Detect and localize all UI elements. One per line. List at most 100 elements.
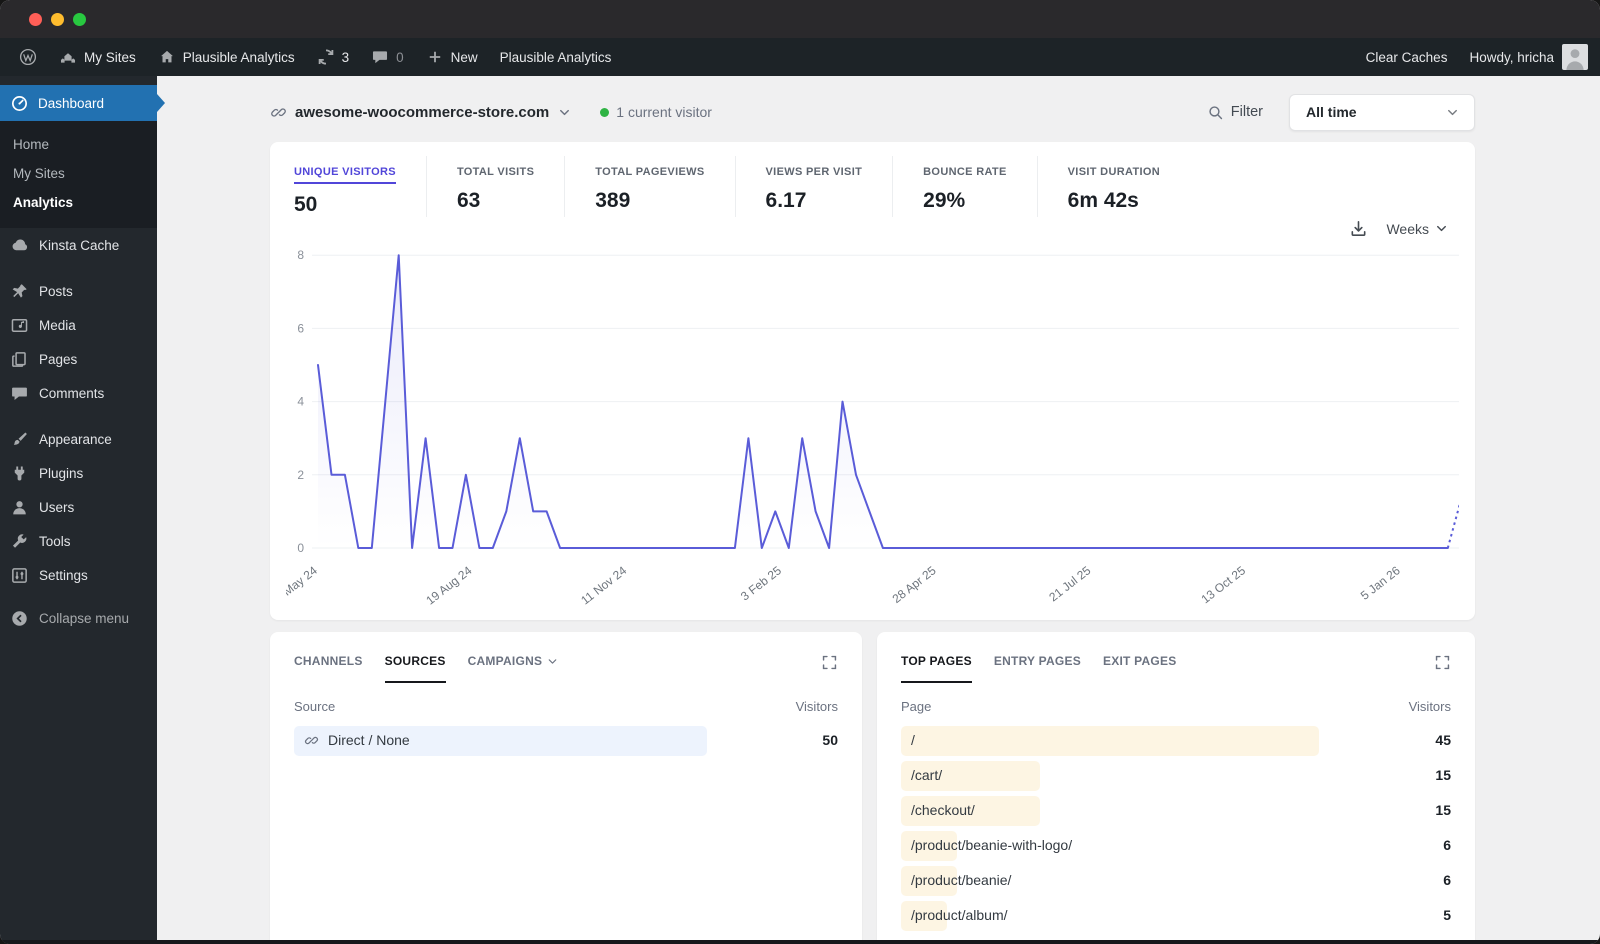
row-label-text: /product/beanie-with-logo/: [911, 837, 1073, 853]
row-label-text: /product/beanie/: [911, 872, 1012, 888]
analytics-main: awesome-woocommerce-store.com 1 current …: [157, 76, 1600, 944]
sidebar-item-media[interactable]: Media: [0, 308, 157, 342]
stat-total-pageviews[interactable]: TOTAL PAGEVIEWS 389: [564, 156, 734, 217]
tab-label: SOURCES: [384, 654, 446, 668]
pages-tab-top-pages[interactable]: TOP PAGES: [901, 654, 972, 683]
site-selector[interactable]: awesome-woocommerce-store.com: [270, 104, 572, 121]
row-visitors-value: 5: [1443, 907, 1451, 923]
page-row[interactable]: /checkout/15: [901, 794, 1451, 829]
sidebar-subitem-my-sites[interactable]: My Sites: [0, 159, 157, 188]
wp-logo-menu[interactable]: [8, 38, 48, 76]
stats-row: UNIQUE VISITORS 50 TOTAL VISITS 63 TOTAL PAG…: [290, 156, 1455, 217]
updates-menu[interactable]: 3: [306, 38, 361, 76]
menu-separator: [0, 410, 157, 422]
new-content-menu[interactable]: New: [415, 38, 489, 76]
minimize-window-button[interactable]: [51, 13, 64, 26]
dashboard-gauge-icon: [10, 94, 29, 113]
sidebar-item-settings[interactable]: Settings: [0, 558, 157, 592]
chevron-down-icon: [1434, 221, 1449, 236]
sidebar-item-appearance[interactable]: Appearance: [0, 422, 157, 456]
page-row[interactable]: / 45: [901, 724, 1451, 759]
stat-value: 6.17: [765, 189, 807, 212]
comments-menu[interactable]: 0: [360, 38, 415, 76]
source-row[interactable]: Direct / None 50: [294, 724, 838, 759]
pages-tab-exit-pages[interactable]: EXIT PAGES: [1103, 654, 1177, 683]
tab-label: CHANNELS: [294, 654, 363, 668]
svg-text:21 Jul 25: 21 Jul 25: [1046, 563, 1093, 604]
sidebar-subitem-home[interactable]: Home: [0, 130, 157, 159]
expand-card-icon[interactable]: [1434, 654, 1451, 671]
site-home-menu[interactable]: Plausible Analytics: [147, 38, 306, 76]
collapse-menu-label: Collapse menu: [39, 610, 130, 626]
svg-text:28 Apr 25: 28 Apr 25: [890, 563, 939, 606]
row-label: /product/beanie/: [911, 872, 1011, 888]
link-icon: [270, 104, 287, 121]
stat-value: 50: [294, 193, 318, 216]
sidebar-item-label: Users: [39, 499, 75, 515]
sources-tab-campaigns[interactable]: CAMPAIGNS: [468, 654, 560, 683]
row-label: /product/album/: [911, 907, 1008, 923]
menu-separator: [0, 262, 157, 274]
admin-page-title: Plausible Analytics: [499, 49, 612, 65]
online-dot-icon: [600, 107, 610, 117]
stat-value: 63: [456, 189, 481, 212]
page-row[interactable]: /cart/15: [901, 759, 1451, 794]
link-icon: [304, 733, 319, 748]
svg-text:5 Jan 26: 5 Jan 26: [1358, 563, 1403, 603]
sidebar-item-posts[interactable]: Posts: [0, 274, 157, 308]
sources-tabs: CHANNELS SOURCES CAMPAIGNS: [294, 654, 838, 683]
sources-tab-sources[interactable]: SOURCES: [384, 654, 446, 683]
current-visitors[interactable]: 1 current visitor: [600, 104, 712, 120]
page-row[interactable]: /product/album/5: [901, 899, 1451, 934]
page-row[interactable]: /product/beanie/6: [901, 864, 1451, 899]
sidebar-item-kinsta-cache[interactable]: Kinsta Cache: [0, 228, 157, 262]
row-label: /: [911, 732, 915, 748]
export-download-icon[interactable]: [1349, 219, 1368, 238]
sidebar-subitem-analytics[interactable]: Analytics: [0, 188, 157, 217]
sidebar-item-plugins[interactable]: Plugins: [0, 456, 157, 490]
date-range-select[interactable]: All time: [1289, 93, 1475, 131]
stat-unique-visitors[interactable]: UNIQUE VISITORS 50: [290, 156, 426, 217]
visitors-line-chart: 0 2 4 6 8 31 May 24 19 Aug 24 11 Nov 24 3 Feb 25…: [267, 238, 1468, 618]
sidebar-item-users[interactable]: Users: [0, 490, 157, 524]
multisite-icon: [59, 48, 77, 66]
sidebar-item-tools[interactable]: Tools: [0, 524, 157, 558]
expand-card-icon[interactable]: [821, 654, 838, 671]
sources-card: CHANNELS SOURCES CAMPAIGNS Source Visitors…: [270, 632, 862, 944]
clear-caches-button[interactable]: Clear Caches: [1355, 50, 1459, 65]
collapse-menu-button[interactable]: Collapse menu: [0, 601, 157, 635]
interval-select[interactable]: Weeks: [1386, 221, 1449, 237]
chevron-down-icon: [557, 105, 572, 120]
stat-value: 389: [595, 189, 631, 212]
my-sites-label: My Sites: [84, 49, 136, 65]
stat-visit-duration[interactable]: VISIT DURATION 6m 42s: [1036, 156, 1190, 217]
user-icon: [10, 498, 29, 517]
page-row[interactable]: /product/beanie-with-logo/6: [901, 829, 1451, 864]
visitors-chart-card: UNIQUE VISITORS 50 TOTAL VISITS 63 TOTAL PAG…: [267, 142, 1475, 620]
sliders-icon: [10, 566, 29, 585]
zoom-window-button[interactable]: [73, 13, 86, 26]
home-icon: [158, 48, 176, 66]
user-avatar[interactable]: [1562, 44, 1588, 70]
new-label: New: [450, 49, 478, 65]
svg-text:13 Oct 25: 13 Oct 25: [1198, 563, 1248, 606]
sidebar-item-pages[interactable]: Pages: [0, 342, 157, 376]
comment-icon: [10, 384, 29, 403]
filter-button[interactable]: Filter: [1207, 104, 1263, 121]
close-window-button[interactable]: [29, 13, 42, 26]
sidebar-item-comments[interactable]: Comments: [0, 376, 157, 410]
pages-tab-entry-pages[interactable]: ENTRY PAGES: [994, 654, 1081, 683]
stat-bounce-rate[interactable]: BOUNCE RATE 29%: [892, 156, 1036, 217]
howdy-account-menu[interactable]: Howdy, hricha: [1458, 50, 1554, 65]
stat-label: TOTAL VISITS: [456, 166, 535, 178]
sources-tab-channels[interactable]: CHANNELS: [294, 654, 363, 683]
row-label-text: Direct / None: [328, 732, 410, 748]
stat-views-per-visit[interactable]: VIEWS PER VISIT 6.17: [734, 156, 893, 217]
window-bottom-border: [0, 940, 1600, 944]
interval-value: Weeks: [1386, 220, 1429, 237]
sidebar-item-dashboard[interactable]: Dashboard: [0, 85, 157, 121]
macos-titlebar: [0, 0, 1600, 38]
stat-total-visits[interactable]: TOTAL VISITS 63: [425, 156, 564, 217]
updates-icon: [317, 48, 335, 66]
my-sites-menu[interactable]: My Sites: [48, 38, 147, 76]
